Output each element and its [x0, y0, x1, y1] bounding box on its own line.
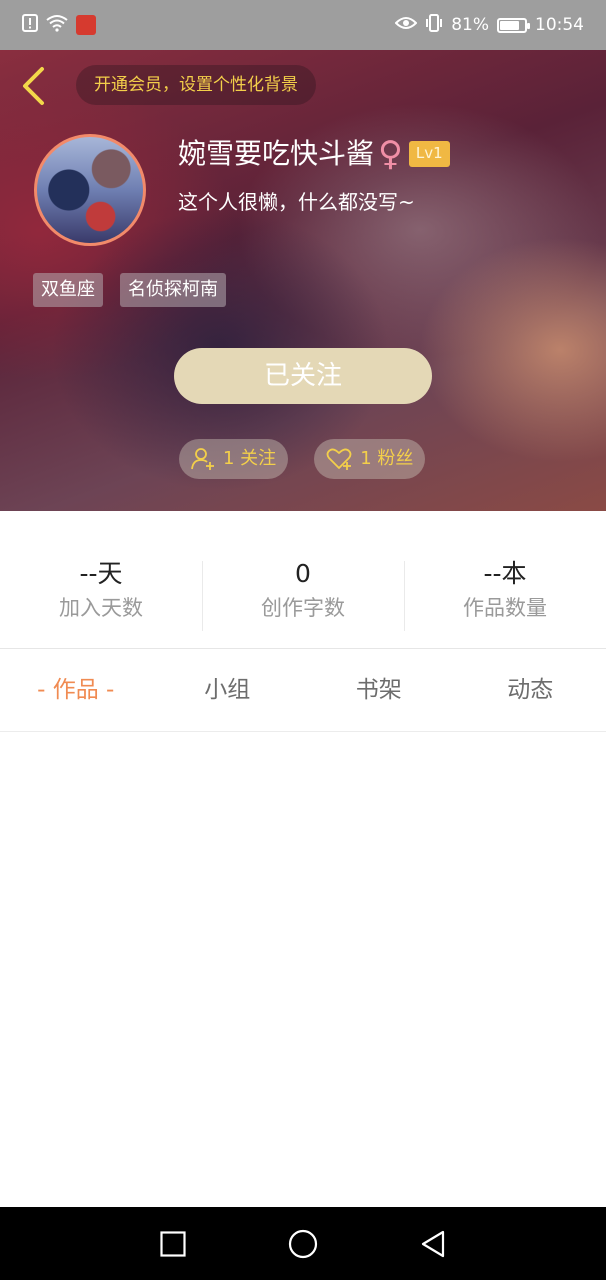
chevron-left-icon — [23, 67, 44, 105]
fans-button[interactable]: 1 粉丝 — [314, 439, 426, 479]
level-badge: Lv1 — [408, 141, 450, 167]
vibrate-icon — [425, 13, 443, 37]
back-nav-button[interactable] — [413, 1224, 453, 1264]
username-row: 婉雪要吃快斗酱 ♀ Lv1 — [178, 134, 450, 174]
following-count: 1 关注 — [223, 448, 277, 469]
stats-row: --天 加入天数 0 创作字数 --本 作品数量 — [0, 511, 606, 649]
profile-header: 开通会员，设置个性化背景 婉雪要吃快斗酱 ♀ Lv1 这个人很懒，什么都没写~ … — [0, 50, 606, 511]
battery-icon — [497, 17, 530, 33]
tag-constellation: 双鱼座 — [33, 273, 103, 307]
app-notification-icon — [76, 15, 96, 35]
stat-value: --本 — [483, 558, 527, 588]
stat-label: 创作字数 — [261, 595, 345, 620]
tab-activity[interactable]: 动态 — [455, 649, 606, 731]
social-counts: 1 关注 1 粉丝 — [179, 439, 426, 479]
profile-tags: 双鱼座 名侦探柯南 — [33, 273, 226, 307]
square-icon — [160, 1230, 186, 1257]
stat-value: 0 — [295, 558, 311, 588]
stat-label: 加入天数 — [59, 595, 143, 620]
battery-percent: 81% — [451, 15, 489, 35]
stat-label: 作品数量 — [463, 595, 547, 620]
profile-tabs: - 作品 - 小组 书架 动态 — [0, 649, 606, 732]
status-time: 10:54 — [535, 15, 584, 35]
status-bar: 81% 10:54 — [0, 0, 606, 50]
triangle-back-icon — [421, 1230, 445, 1257]
recents-button[interactable] — [153, 1224, 193, 1264]
back-button[interactable] — [16, 66, 50, 106]
tab-bookshelf[interactable]: 书架 — [303, 649, 455, 731]
alert-icon — [22, 13, 38, 37]
profile-page: 81% 10:54 开通会员，设置个性化背景 婉雪要吃快斗酱 ♀ Lv1 这个人… — [0, 0, 606, 1280]
tab-groups[interactable]: 小组 — [152, 649, 304, 731]
home-button[interactable] — [283, 1224, 323, 1264]
status-left — [22, 13, 96, 37]
user-add-icon — [191, 448, 214, 470]
status-right: 81% 10:54 — [394, 13, 584, 37]
user-bio: 这个人很懒，什么都没写~ — [178, 190, 415, 214]
stat-works-count: --本 作品数量 — [404, 511, 606, 648]
avatar[interactable] — [34, 134, 146, 246]
vip-background-button[interactable]: 开通会员，设置个性化背景 — [76, 65, 316, 105]
circle-icon — [288, 1229, 318, 1258]
gender-female-icon: ♀ — [378, 134, 403, 174]
stat-join-days: --天 加入天数 — [0, 511, 202, 648]
tag-interest: 名侦探柯南 — [120, 273, 226, 307]
fans-count: 1 粉丝 — [360, 448, 414, 469]
eye-icon — [394, 15, 418, 35]
username: 婉雪要吃快斗酱 — [178, 137, 375, 170]
stat-value: --天 — [79, 558, 123, 588]
following-button[interactable]: 1 关注 — [179, 439, 289, 479]
tab-works[interactable]: - 作品 - — [0, 649, 152, 731]
stat-word-count: 0 创作字数 — [202, 511, 404, 648]
system-nav-bar — [0, 1207, 606, 1280]
heart-icon — [326, 448, 352, 470]
battery-fill — [500, 20, 520, 30]
wifi-icon — [46, 14, 68, 37]
follow-button[interactable]: 已关注 — [174, 348, 432, 404]
